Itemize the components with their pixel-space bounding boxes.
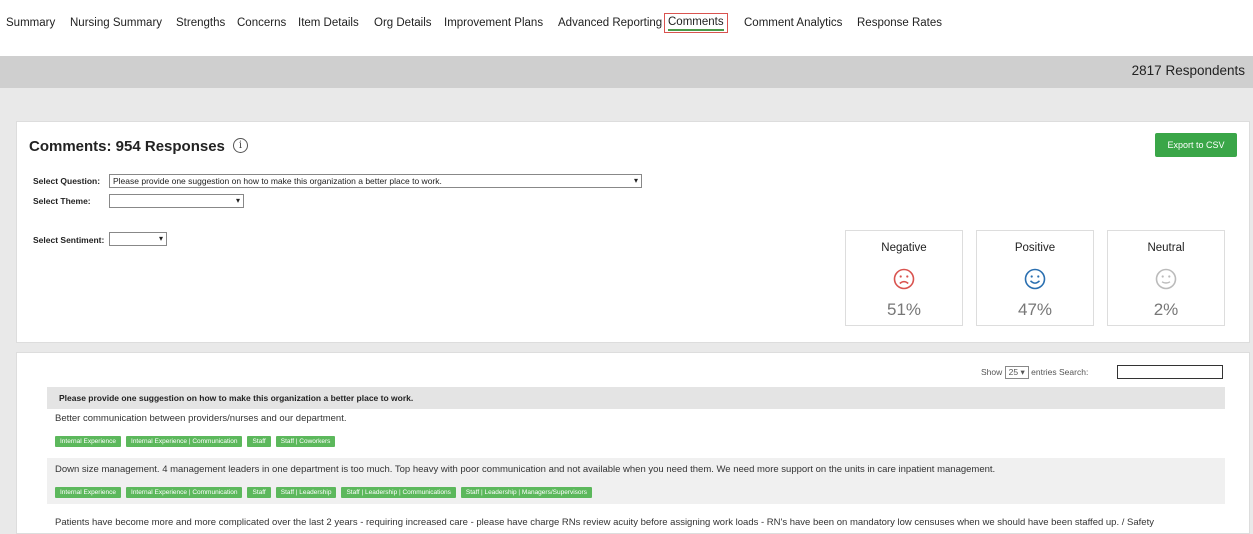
tag-badge: Staff [247, 487, 271, 498]
comment-text: Down size management. 4 management leade… [55, 464, 996, 475]
table-column-header[interactable]: Please provide one suggestion on how to … [47, 387, 1225, 409]
entries-label: entries [1031, 366, 1057, 377]
entries-select-value: 25 [1008, 367, 1019, 377]
tab-summary[interactable]: Summary [6, 17, 55, 29]
page-title: Comments: 954 Responses [29, 138, 225, 155]
table-row: Down size management. 4 management leade… [47, 458, 1225, 504]
sentiment-select[interactable]: ▾ [109, 232, 167, 246]
tab-advanced-reporting[interactable]: Advanced Reporting [558, 17, 662, 29]
search-input[interactable] [1117, 365, 1223, 379]
question-select-value: Please provide one suggestion on how to … [113, 176, 442, 186]
comments-table-panel: Show 25 ▾ entries Search: Please provide… [16, 352, 1250, 534]
tag-badge: Staff | Coworkers [275, 436, 336, 447]
sentiment-card-positive[interactable]: Positive 47% [976, 230, 1094, 326]
export-csv-button[interactable]: Export to CSV [1155, 133, 1237, 157]
tag-badge: Staff | Leadership | Managers/Supervisor… [460, 487, 592, 498]
theme-label: Select Theme: [33, 196, 91, 206]
neutral-face-icon [1155, 268, 1177, 290]
tab-org-details[interactable]: Org Details [374, 17, 432, 29]
tag-badge: Staff | Leadership [275, 487, 337, 498]
tab-comments[interactable]: Comments [664, 13, 728, 33]
top-nav: Summary Nursing Summary Strengths Concer… [0, 0, 1253, 56]
show-label: Show [981, 366, 1003, 377]
sentiment-card-title: Negative [881, 242, 927, 254]
sentiment-card-negative[interactable]: Negative 51% [845, 230, 963, 326]
sentiment-percent: 51% [886, 300, 922, 319]
tab-item-details[interactable]: Item Details [298, 17, 359, 29]
sentiment-card-title: Neutral [1147, 242, 1185, 254]
chevron-down-icon: ▾ [235, 196, 240, 205]
smile-face-icon [1024, 268, 1046, 290]
header-band [0, 56, 1253, 88]
tab-response-rates[interactable]: Response Rates [857, 17, 942, 29]
tag-badge: Staff | Leadership | Communications [341, 487, 456, 498]
entries-control: Show 25 ▾ entries Search: [981, 366, 1088, 379]
sentiment-card-title: Positive [1014, 242, 1056, 254]
tag-badge: Internal Experience | Communication [126, 436, 243, 447]
info-icon[interactable]: i [233, 138, 248, 153]
tab-comments-label: Comments [668, 16, 724, 31]
table-row: Better communication between providers/n… [47, 413, 1225, 455]
theme-select[interactable]: ▾ [109, 194, 244, 208]
tab-strengths[interactable]: Strengths [176, 17, 225, 29]
sentiment-card-neutral[interactable]: Neutral 2% [1107, 230, 1225, 326]
tag-badge: Internal Experience [55, 436, 122, 447]
tag-badge: Internal Experience [55, 487, 122, 498]
sentiment-label: Select Sentiment: [33, 235, 105, 245]
search-label: Search: [1059, 366, 1089, 377]
tab-improvement-plans[interactable]: Improvement Plans [444, 17, 543, 29]
chevron-down-icon: ▾ [633, 176, 638, 185]
comment-text: Better communication between providers/n… [55, 413, 347, 424]
respondents-count: 2817 Respondents [1131, 63, 1245, 78]
table-row: Patients have become more and more compl… [47, 517, 1225, 534]
comments-panel: Comments: 954 Responses i Export to CSV … [16, 121, 1250, 343]
sentiment-percent: 47% [1017, 300, 1053, 319]
question-label: Select Question: [33, 176, 101, 186]
tag-badge: Staff [247, 436, 271, 447]
entries-select[interactable]: 25 ▾ [1004, 366, 1029, 379]
tab-nursing-summary[interactable]: Nursing Summary [70, 17, 162, 29]
comment-text: Patients have become more and more compl… [55, 517, 1154, 528]
question-select[interactable]: Please provide one suggestion on how to … [109, 174, 642, 188]
chevron-down-icon: ▾ [158, 234, 163, 243]
sentiment-percent: 2% [1153, 300, 1179, 319]
tab-concerns[interactable]: Concerns [237, 17, 286, 29]
tab-comment-analytics[interactable]: Comment Analytics [744, 17, 842, 29]
tag-badge: Internal Experience | Communication [126, 487, 243, 498]
sad-face-icon [893, 268, 915, 290]
